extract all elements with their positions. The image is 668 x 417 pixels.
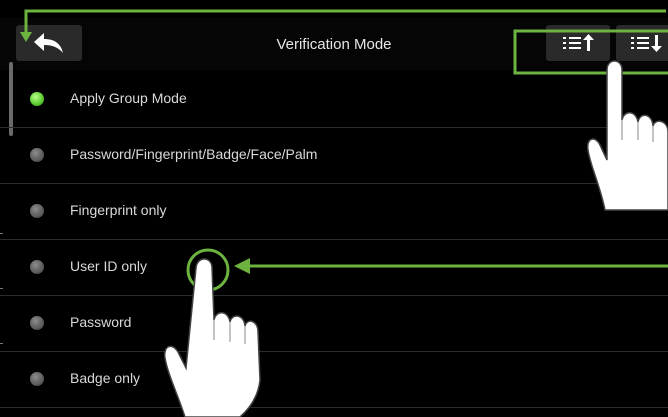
- list-sort-down-icon: [631, 35, 662, 52]
- option-label: Apply Group Mode: [70, 90, 187, 106]
- option-password[interactable]: Password: [0, 296, 668, 352]
- radio-unselected-icon[interactable]: [30, 148, 44, 162]
- sort-up-button[interactable]: [546, 25, 610, 61]
- option-badge-only[interactable]: Badge only: [0, 352, 668, 408]
- option-apply-group-mode[interactable]: Apply Group Mode: [0, 72, 668, 128]
- device-screen: Verification Mode Apply Group Mode Passw…: [0, 0, 668, 417]
- list-sort-up-icon: [563, 34, 594, 51]
- sort-down-button[interactable]: [616, 25, 668, 61]
- header-bar: Verification Mode: [0, 18, 668, 70]
- option-user-id-only[interactable]: User ID only: [0, 240, 668, 296]
- option-label: Password/Fingerprint/Badge/Face/Palm: [70, 146, 318, 162]
- option-fingerprint-only[interactable]: Fingerprint only: [0, 184, 668, 240]
- option-label: User ID only: [70, 258, 148, 274]
- option-label: Fingerprint only: [70, 202, 167, 218]
- option-label: Password: [70, 314, 132, 330]
- option-password-fingerprint-badge-face-palm[interactable]: Password/Fingerprint/Badge/Face/Palm: [0, 128, 668, 184]
- radio-selected-icon[interactable]: [30, 92, 44, 106]
- radio-unselected-icon[interactable]: [30, 204, 44, 218]
- verification-mode-list: Apply Group Mode Password/Fingerprint/Ba…: [0, 72, 668, 408]
- option-label: Badge only: [70, 370, 141, 386]
- radio-unselected-icon[interactable]: [30, 260, 44, 274]
- radio-unselected-icon[interactable]: [30, 316, 44, 330]
- radio-unselected-icon[interactable]: [30, 372, 44, 386]
